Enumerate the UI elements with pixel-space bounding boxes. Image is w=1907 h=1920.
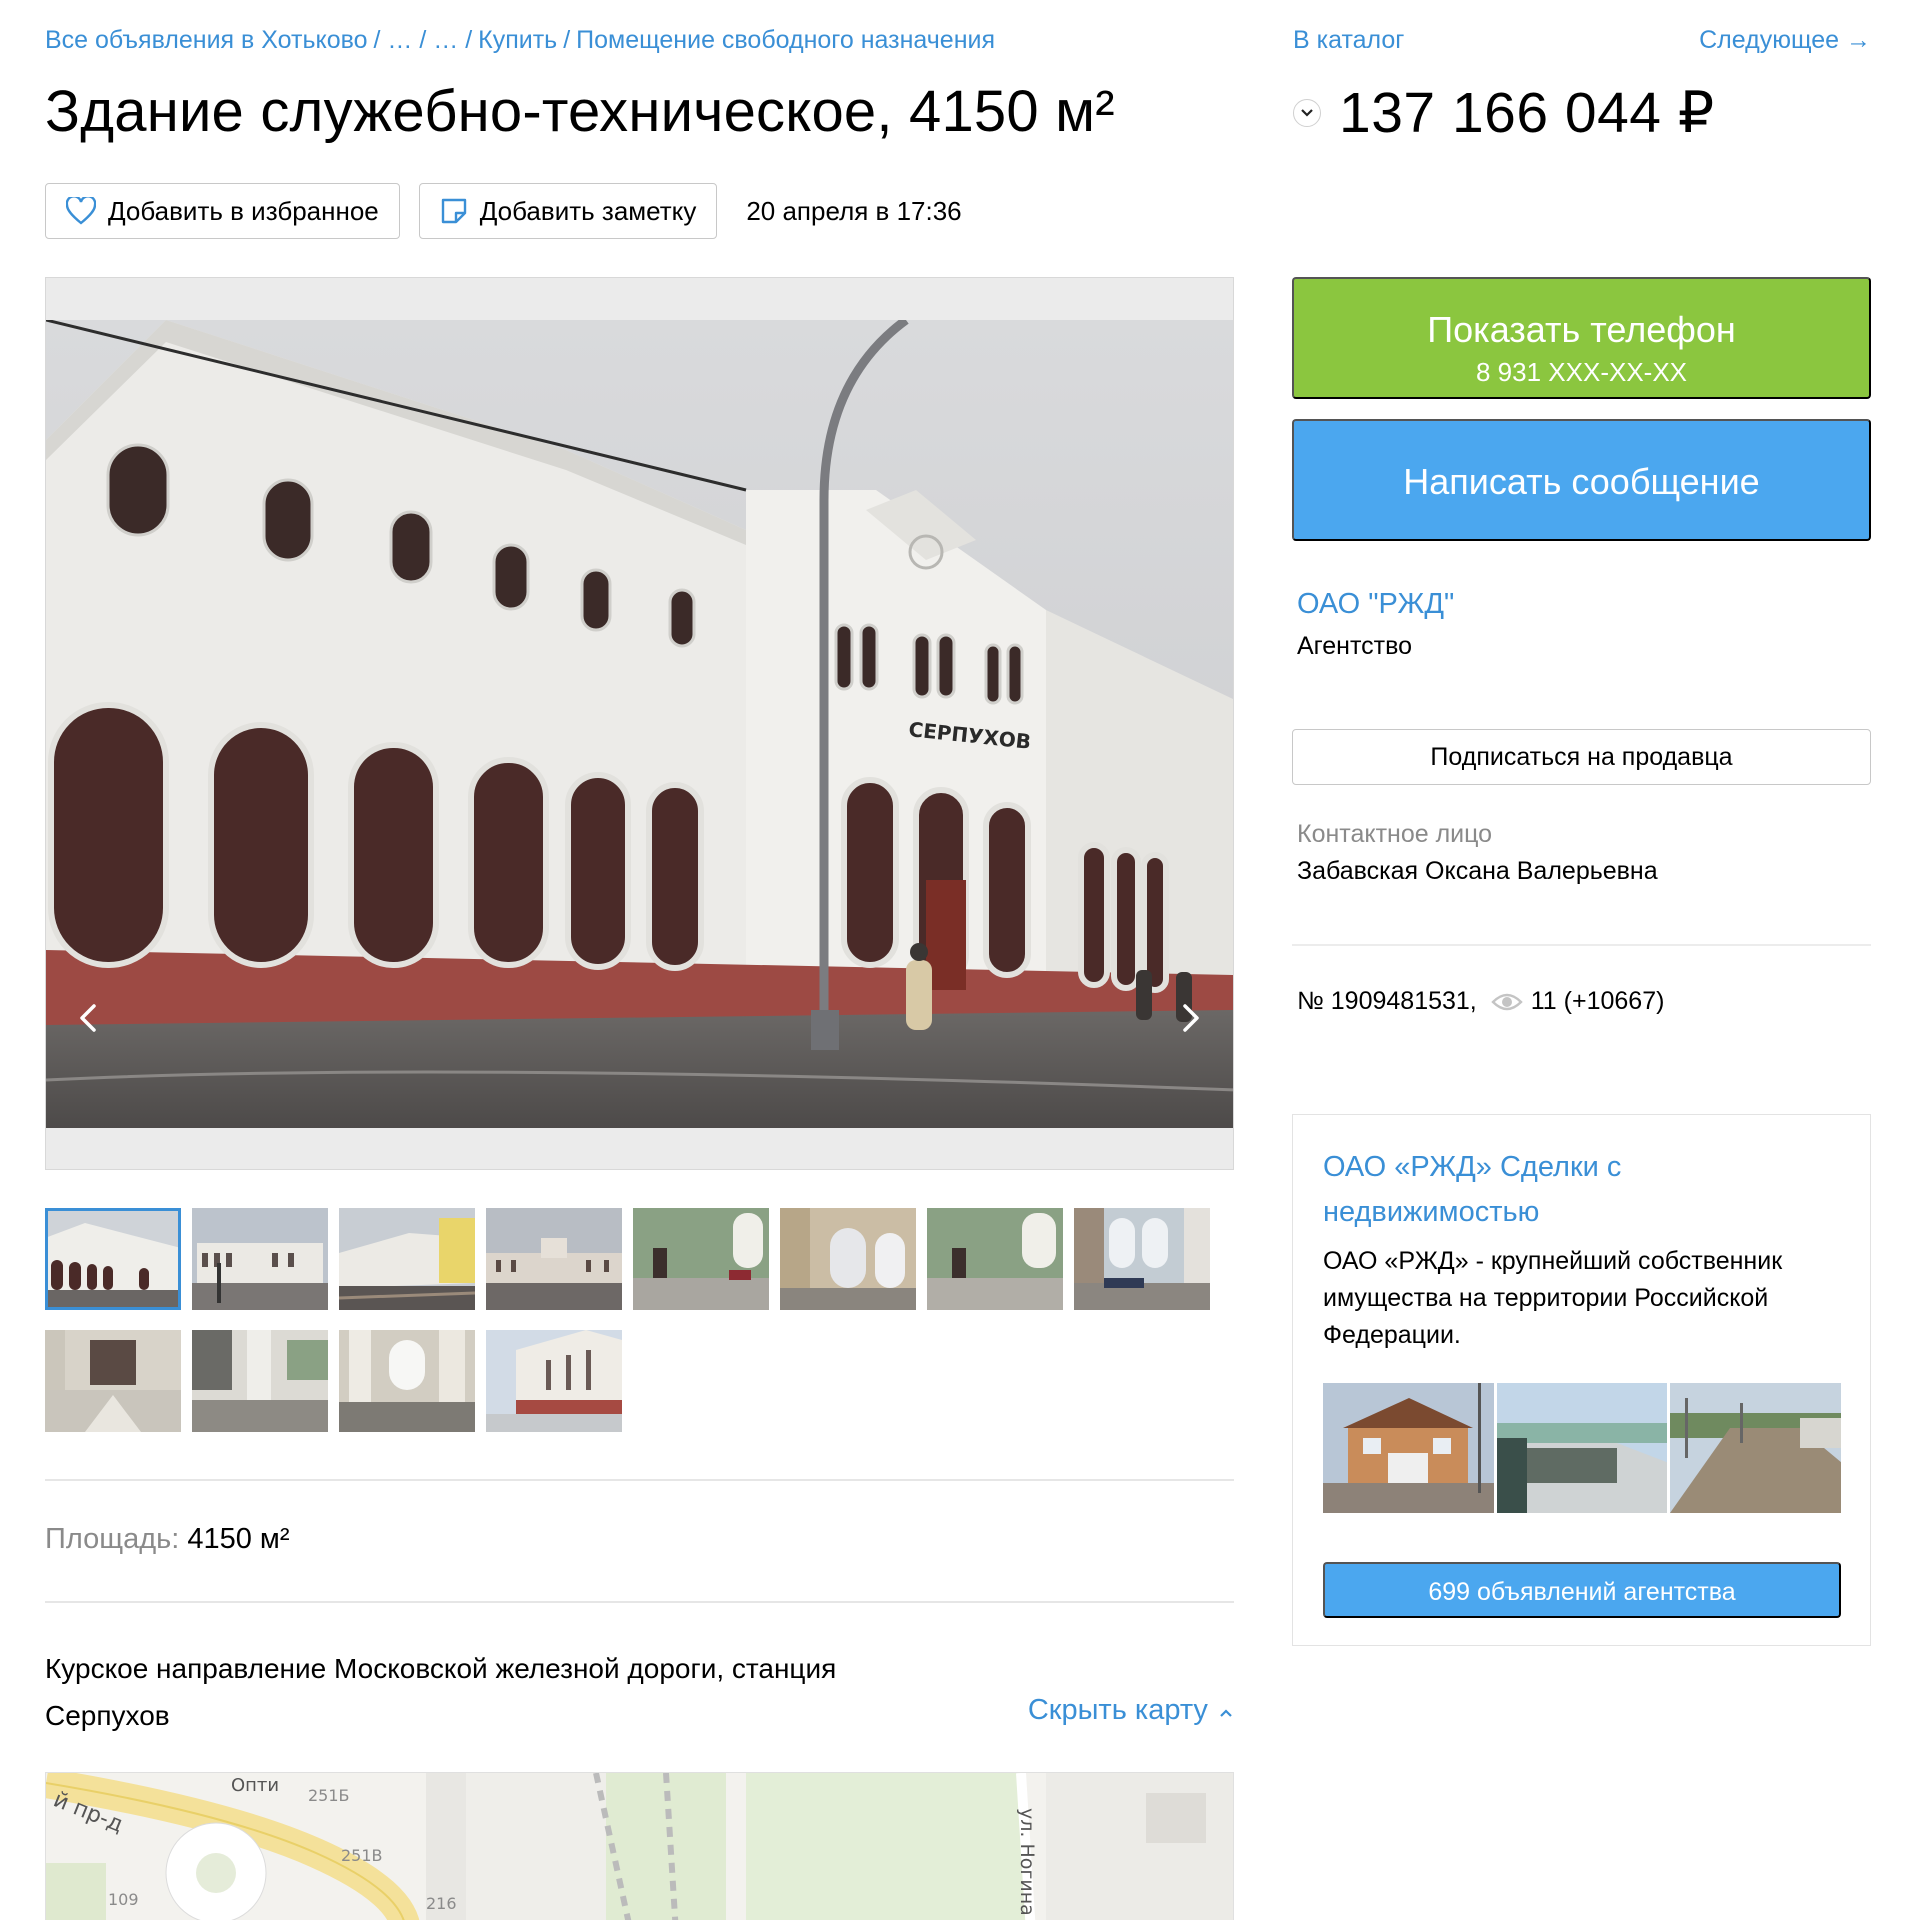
ad-stats: № 1909481531, 11 (+10667) — [1297, 987, 1664, 1016]
map-label: Опти — [231, 1775, 279, 1796]
thumbnail[interactable] — [486, 1208, 622, 1310]
add-note-button[interactable]: Добавить заметку — [418, 183, 718, 239]
gallery-prev-arrow-icon[interactable] — [68, 998, 108, 1038]
map-label: 216 — [426, 1894, 457, 1913]
thumbnail[interactable] — [339, 1330, 475, 1432]
chevron-up-icon — [1220, 1709, 1232, 1717]
page-title: Здание служебно-техническое, 4150 м² — [45, 79, 1115, 144]
agency-photo[interactable] — [1496, 1383, 1668, 1513]
hide-map-link[interactable]: Скрыть карту — [1028, 1694, 1234, 1727]
to-catalog-link[interactable]: В каталог — [1293, 26, 1404, 55]
thumbnail[interactable] — [339, 1208, 475, 1310]
thumbnail[interactable] — [45, 1330, 181, 1432]
price: 137 166 044 ₽ — [1339, 81, 1715, 145]
thumbnail[interactable] — [1074, 1208, 1210, 1310]
note-label: Добавить заметку — [479, 195, 697, 226]
views-count: 11 (+10667) — [1530, 987, 1665, 1015]
show-phone-label: Показать телефон — [1427, 308, 1736, 350]
breadcrumb-buy[interactable]: Купить — [478, 26, 557, 54]
thumbnail[interactable] — [927, 1208, 1063, 1310]
post-date: 20 апреля в 17:36 — [746, 195, 962, 226]
area-value: 4150 м² — [187, 1523, 290, 1555]
map-label: 251В — [341, 1846, 383, 1865]
seller-name-link[interactable]: ОАО "РЖД" — [1297, 588, 1454, 621]
map-label: ул. Ногина — [1016, 1808, 1038, 1916]
main-photo[interactable]: СЕРПУХОВ — [46, 320, 1234, 1128]
contact-person-name: Забавская Оксана Валерьевна — [1297, 857, 1658, 885]
contact-person-label: Контактное лицо — [1297, 820, 1493, 848]
show-phone-button[interactable]: Показать телефон 8 931 XXX-XX-XX — [1292, 277, 1871, 399]
note-icon — [441, 198, 466, 224]
breadcrumb-all-ads[interactable]: Все объявления в Хотьково — [45, 26, 368, 54]
phone-masked: 8 931 XXX-XX-XX — [1476, 356, 1687, 387]
thumbnail[interactable] — [192, 1330, 328, 1432]
area-label: Площадь: — [45, 1523, 180, 1555]
agency-card: ОАО «РЖД» Сделки с недвижимостью ОАО «РЖ… — [1292, 1114, 1871, 1646]
breadcrumb-separator: / — [563, 26, 571, 54]
map-label: 109 — [108, 1890, 139, 1909]
location-map[interactable]: й пр-д Опти 251Б 251В 109 216 ул. Ногина — [45, 1772, 1234, 1920]
gallery-next-arrow-icon[interactable] — [1171, 998, 1211, 1038]
next-listing-link[interactable]: Следующее → — [1699, 26, 1871, 55]
breadcrumb-category[interactable]: Помещение свободного назначения — [576, 26, 995, 54]
add-to-favorites-button[interactable]: Добавить в избранное — [45, 183, 400, 239]
photo-gallery[interactable]: СЕРПУХОВ — [45, 277, 1234, 1170]
section-divider — [45, 1479, 1234, 1481]
thumbnail[interactable] — [486, 1330, 622, 1432]
thumbnail[interactable] — [633, 1208, 769, 1310]
eye-icon — [1491, 993, 1523, 1010]
ad-number: № 1909481531, — [1297, 987, 1477, 1015]
area-parameter: Площадь: 4150 м² — [45, 1523, 290, 1556]
thumbnail[interactable] — [192, 1208, 328, 1310]
address: Курское направление Московской железной … — [45, 1653, 837, 1731]
favorites-label: Добавить в избранное — [108, 195, 379, 226]
price-history-toggle[interactable] — [1293, 99, 1321, 127]
thumbnail[interactable] — [780, 1208, 916, 1310]
thumbnail[interactable] — [45, 1208, 181, 1310]
write-message-button[interactable]: Написать сообщение — [1292, 419, 1871, 541]
heart-icon — [66, 197, 96, 225]
hide-map-label: Скрыть карту — [1027, 1694, 1208, 1726]
sidebar-divider — [1292, 944, 1871, 946]
subscribe-seller-button[interactable]: Подписаться на продавца — [1292, 729, 1871, 785]
agency-description: ОАО «РЖД» - крупнейший собственник имуще… — [1323, 1247, 1783, 1349]
agency-photo[interactable] — [1323, 1383, 1494, 1513]
agency-photos — [1323, 1383, 1842, 1513]
price-block: 137 166 044 ₽ — [1293, 80, 1715, 146]
agency-ads-button[interactable]: 699 объявлений агентства — [1323, 1562, 1841, 1618]
breadcrumb: Все объявления в Хотьково / … / … / Купить… — [45, 26, 1001, 55]
agency-title-link[interactable]: ОАО «РЖД» Сделки с недвижимостью — [1323, 1145, 1723, 1235]
listing-actions: Добавить в избранное Добавить заметку 20… — [45, 183, 962, 239]
section-divider — [45, 1601, 1234, 1603]
chevron-down-icon — [1301, 109, 1313, 117]
agency-photo[interactable] — [1670, 1383, 1842, 1513]
map-label: 251Б — [308, 1786, 350, 1805]
seller-type: Агентство — [1297, 632, 1412, 660]
breadcrumb-separator: / … / … / — [373, 26, 473, 54]
